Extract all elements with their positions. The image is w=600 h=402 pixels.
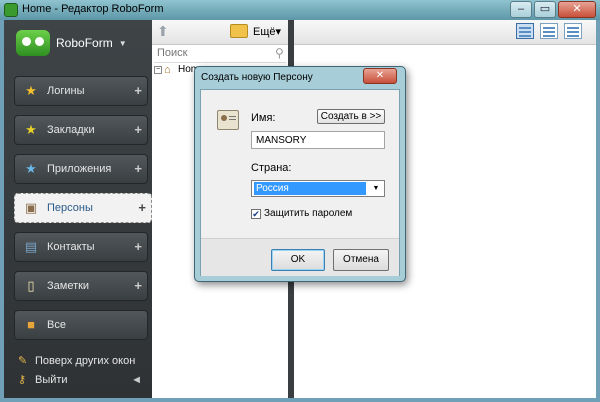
- tree-expander[interactable]: −: [154, 65, 162, 74]
- contacts-icon: ▤: [24, 239, 38, 254]
- identity-card-icon: [217, 110, 239, 130]
- up-arrow-icon[interactable]: ⬆: [157, 23, 169, 40]
- sidebar-item-label: Логины: [47, 85, 85, 97]
- dialog-close-button[interactable]: ✕: [363, 68, 397, 84]
- country-select[interactable]: Россия ▼: [251, 180, 385, 197]
- protect-password-label: Защитить паролем: [264, 208, 353, 219]
- star-logins-icon: ★: [25, 83, 37, 98]
- sidebar-item-label: Заметки: [47, 280, 90, 292]
- dialog-title: Создать новую Персону: [201, 72, 313, 83]
- add-app-icon[interactable]: +: [134, 161, 142, 176]
- always-on-top-toggle[interactable]: ✎ Поверх других окон: [18, 355, 135, 367]
- sidebar-item-logins[interactable]: ★ Логины +: [14, 76, 148, 106]
- key-icon: ⚷: [18, 374, 27, 386]
- close-window-button[interactable]: ✕: [558, 1, 596, 18]
- sidebar-item-label: Контакты: [47, 241, 95, 253]
- sidebar-item-label: Все: [47, 319, 66, 331]
- more-menu-button[interactable]: Ещё▾: [253, 25, 281, 38]
- sidebar-item-label: Персоны: [47, 202, 93, 214]
- sidebar-item-apps[interactable]: ★ Приложения +: [14, 154, 148, 184]
- country-label: Страна:: [251, 162, 292, 174]
- roboform-logo-icon: [16, 30, 50, 56]
- brand-menu[interactable]: RoboForm ▼: [16, 30, 127, 56]
- identity-card-icon: ▣: [24, 200, 38, 215]
- ok-button[interactable]: OK: [271, 249, 325, 271]
- search-icon[interactable]: ⚲: [275, 46, 284, 60]
- country-selected-value: Россия: [254, 182, 366, 195]
- exit-label: Выйти: [35, 374, 68, 386]
- add-bookmark-icon[interactable]: +: [134, 122, 142, 137]
- cancel-button[interactable]: Отмена: [333, 249, 389, 271]
- new-identity-dialog: Создать новую Персону ✕ Имя: Создать в >…: [194, 66, 406, 282]
- minimize-button[interactable]: –: [510, 1, 532, 18]
- pin-icon: ✎: [18, 355, 28, 367]
- sidebar-item-label: Приложения: [47, 163, 112, 175]
- search-bar: ⚲: [154, 44, 286, 63]
- sidebar-item-contacts[interactable]: ▤ Контакты +: [14, 232, 148, 262]
- sidebar-item-notes[interactable]: ▯ Заметки +: [14, 271, 148, 301]
- view-details-icon[interactable]: [540, 23, 558, 39]
- protect-password-checkbox[interactable]: ✔: [251, 208, 261, 219]
- name-label: Имя:: [251, 112, 276, 124]
- sidebar-item-all[interactable]: ■ Все: [14, 310, 148, 340]
- notes-icon: ▯: [27, 278, 35, 293]
- sidebar: RoboForm ▼ ★ Логины + ★ Закладки + ★ При…: [4, 20, 152, 398]
- star-apps-icon: ★: [25, 161, 37, 176]
- dialog-body: Имя: Создать в >> Страна: Россия ▼ ✔ Защ…: [200, 89, 400, 276]
- roboform-app-icon: [4, 3, 18, 17]
- folder-toolbar: ⬆ Ещё▾: [152, 20, 288, 45]
- view-grid-icon[interactable]: [564, 23, 582, 39]
- sidebar-item-identities[interactable]: ▣ Персоны +: [14, 193, 152, 223]
- view-toolbar: [294, 20, 596, 45]
- add-login-icon[interactable]: +: [134, 83, 142, 98]
- star-bookmarks-icon: ★: [25, 122, 37, 137]
- add-contact-icon[interactable]: +: [134, 239, 142, 254]
- protect-password-row[interactable]: ✔ Защитить паролем: [251, 208, 352, 219]
- name-field[interactable]: [251, 131, 385, 149]
- dialog-button-bar: OK Отмена: [201, 238, 399, 276]
- maximize-button[interactable]: ▭: [534, 1, 556, 18]
- view-list-icon[interactable]: [516, 23, 534, 39]
- window-titlebar: Home - Редактор RoboForm – ▭ ✕: [0, 0, 600, 20]
- collapse-sidebar-icon[interactable]: ◄: [131, 374, 142, 386]
- create-in-button[interactable]: Создать в >>: [317, 109, 385, 124]
- chevron-down-icon: ▼: [118, 38, 127, 48]
- add-identity-icon[interactable]: +: [138, 200, 146, 215]
- window-title: Home - Редактор RoboForm: [22, 3, 164, 15]
- home-icon: ⌂: [164, 63, 171, 76]
- window-controls: – ▭ ✕: [510, 1, 596, 18]
- new-folder-icon[interactable]: [230, 24, 248, 38]
- sidebar-item-bookmarks[interactable]: ★ Закладки +: [14, 115, 148, 145]
- sidebar-item-label: Закладки: [47, 124, 95, 136]
- briefcase-icon: ■: [27, 317, 35, 332]
- search-input[interactable]: [154, 46, 269, 60]
- chevron-down-icon[interactable]: ▼: [369, 182, 383, 195]
- always-on-top-label: Поверх других окон: [35, 355, 136, 367]
- exit-link[interactable]: ⚷ Выйти: [18, 374, 68, 386]
- brand-label: RoboForm: [56, 36, 113, 50]
- add-note-icon[interactable]: +: [134, 278, 142, 293]
